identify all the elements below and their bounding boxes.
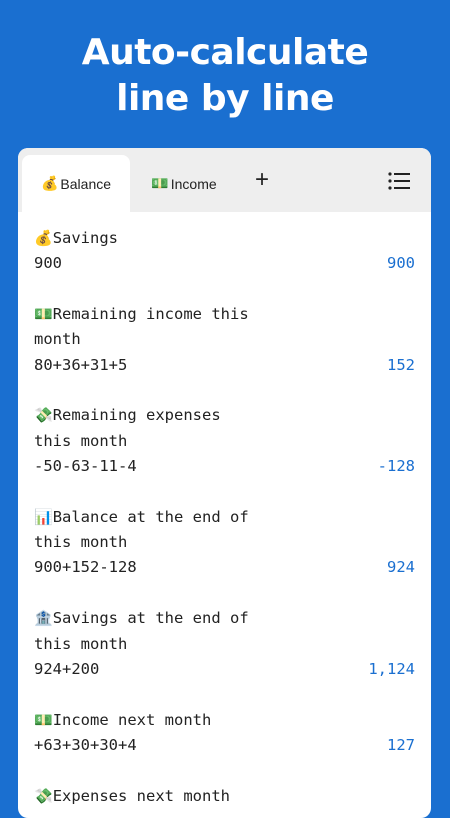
calc-entry-remaining-expenses[interactable]: 💸Remaining expenses this month -50-63-11… <box>34 403 415 479</box>
entry-label-continued: this month <box>34 431 128 450</box>
bank-icon: 🏦 <box>34 609 53 628</box>
dollar-banknote-icon: 💵 <box>34 305 53 324</box>
tab-balance-label: Balance <box>60 175 112 192</box>
entry-label-continued: this month <box>34 533 128 552</box>
promo-headline: Auto-calculate line by line <box>0 30 450 122</box>
tab-income[interactable]: 💵 Income <box>136 155 232 212</box>
result-value: 924 <box>387 558 415 577</box>
entry-label-continued: this month <box>34 634 128 653</box>
list-icon[interactable] <box>388 172 410 190</box>
entry-line[interactable]: -50-63-11-4 -128 <box>34 454 415 479</box>
entry-line[interactable]: 80+36+31+5 152 <box>34 353 415 378</box>
entry-label: 💵Remaining income this <box>34 305 249 324</box>
calc-entry-balance-end[interactable]: 📊Balance at the end of this month 900+15… <box>34 505 415 581</box>
app-card: 💰 Balance 💵 Income + 💰Savings 900 900 💵R… <box>18 148 431 818</box>
expression[interactable]: 900 <box>34 251 62 276</box>
calculation-list[interactable]: 💰Savings 900 900 💵Remaining income this … <box>34 226 415 818</box>
entry-label: 🏦Savings at the end of <box>34 609 249 628</box>
tab-bar: 💰 Balance 💵 Income + <box>18 148 431 212</box>
entry-label: 💵Income next month <box>34 710 212 729</box>
expression[interactable]: 924+200 <box>34 657 99 682</box>
entry-line[interactable]: 924+200 1,124 <box>34 657 415 682</box>
calc-entry-savings[interactable]: 💰Savings 900 900 <box>34 226 415 277</box>
money-bag-icon: 💰 <box>40 175 59 191</box>
calc-entry-remaining-income[interactable]: 💵Remaining income this month 80+36+31+5 … <box>34 302 415 378</box>
entry-label: 💰Savings <box>34 229 119 247</box>
money-with-wings-icon: 💸 <box>34 786 53 805</box>
money-with-wings-icon: 💸 <box>34 406 53 425</box>
result-value: 152 <box>387 355 415 374</box>
dollar-banknote-icon: 💵 <box>34 710 53 729</box>
result-value: -128 <box>377 457 415 476</box>
bar-chart-icon: 📊 <box>34 507 53 526</box>
calc-entry-expenses-next[interactable]: 💸Expenses next month <box>34 784 415 809</box>
calc-entry-income-next[interactable]: 💵Income next month +63+30+30+4 127 <box>34 708 415 759</box>
result-value: 900 <box>387 254 415 273</box>
entry-line[interactable]: +63+30+30+4 127 <box>34 733 415 758</box>
result-value: 127 <box>387 735 415 754</box>
dollar-banknote-icon: 💵 <box>151 175 169 191</box>
expression[interactable]: -50-63-11-4 <box>34 454 137 479</box>
money-bag-icon: 💰 <box>34 229 53 247</box>
tab-income-label: Income <box>170 175 217 192</box>
entry-line[interactable]: 900 900 <box>34 251 415 276</box>
add-tab-button[interactable]: + <box>250 166 274 194</box>
headline-line-1: Auto-calculate <box>81 32 369 73</box>
result-value: 1,124 <box>368 659 415 678</box>
calc-entry-savings-end[interactable]: 🏦Savings at the end of this month 924+20… <box>34 606 415 682</box>
headline-line-2: line by line <box>116 78 334 119</box>
entry-label: 📊Balance at the end of <box>34 507 249 526</box>
expression[interactable]: 900+152-128 <box>34 555 137 580</box>
entry-line[interactable]: 900+152-128 924 <box>34 555 415 580</box>
expression[interactable]: 80+36+31+5 <box>34 353 127 378</box>
entry-label-continued: month <box>34 330 81 349</box>
tab-balance[interactable]: 💰 Balance <box>22 155 130 212</box>
expression[interactable]: +63+30+30+4 <box>34 733 137 758</box>
entry-label: 💸Remaining expenses <box>34 406 221 425</box>
entry-label: 💸Expenses next month <box>34 786 230 805</box>
